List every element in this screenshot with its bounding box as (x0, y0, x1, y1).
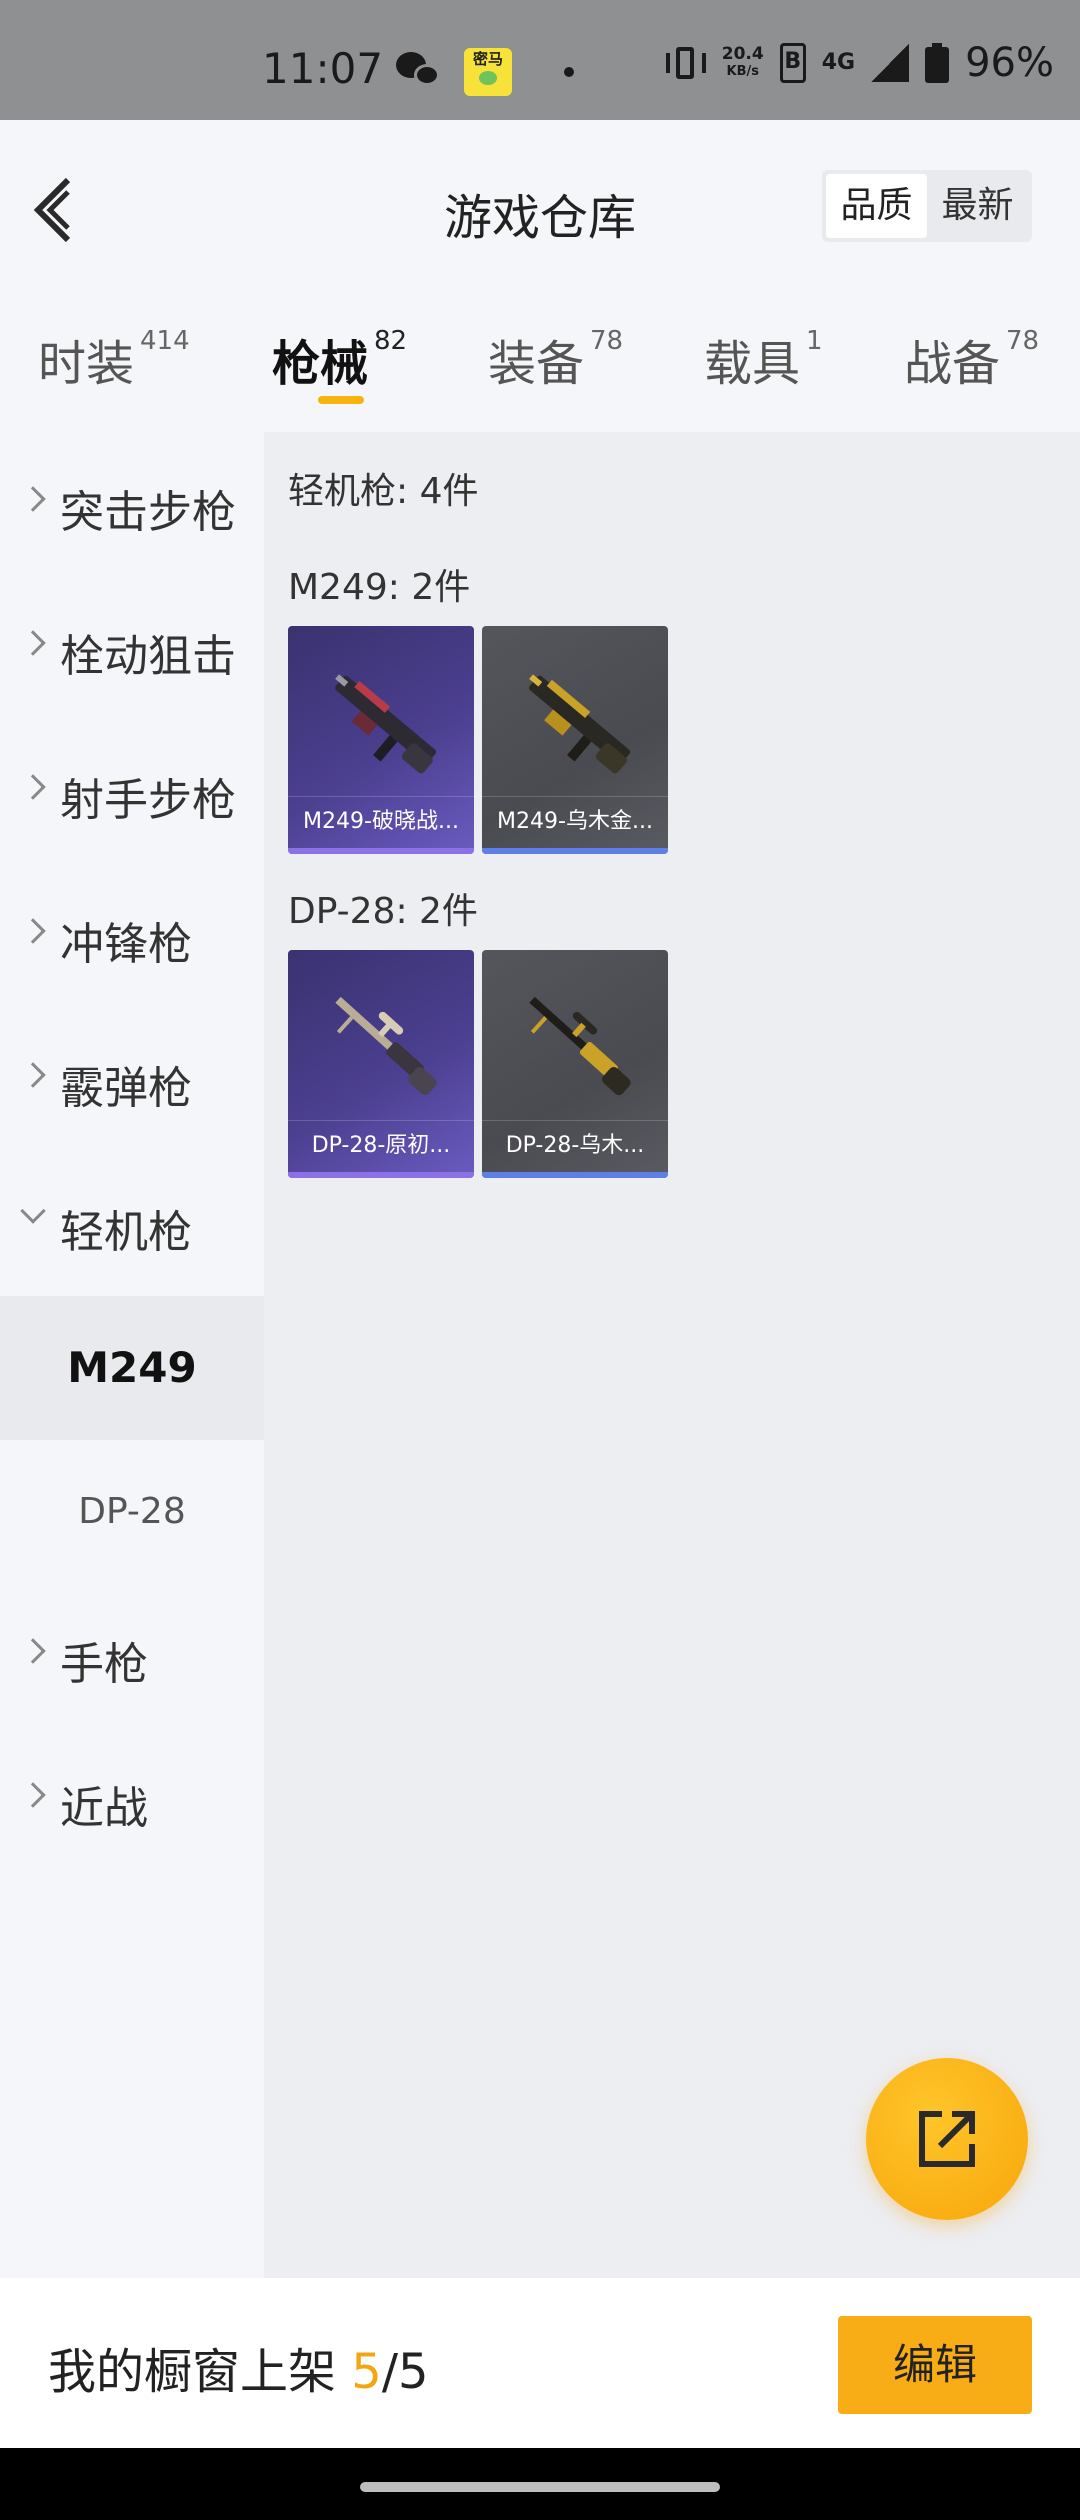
category-summary: 轻机枪: 4件 (288, 471, 479, 512)
network-speed-value: 20.4 (721, 44, 764, 64)
sidebar-item-label: 栓动狙击 (60, 631, 236, 682)
status-notification-icons: 密马 (396, 48, 574, 96)
network-speed-unit: KB/s (726, 64, 759, 79)
shelf-total-count: /5 (381, 2344, 429, 2400)
sidebar-item-bolt-sniper[interactable]: 栓动狙击 (0, 576, 264, 720)
group-title: M249: 2件 (288, 567, 471, 608)
rarity-bar (482, 848, 668, 854)
system-nav-bar (0, 2448, 1080, 2520)
sort-toggle: 品质 最新 (822, 170, 1032, 242)
sidebar-item-melee[interactable]: 近战 (0, 1728, 264, 1872)
edit-button[interactable]: 编辑 (838, 2316, 1032, 2414)
status-time: 11:07 (262, 44, 384, 93)
chevron-right-icon (20, 1638, 46, 1664)
tab-count: 78 (1006, 326, 1040, 356)
tab-vehicles[interactable]: 载具 1 (704, 324, 823, 394)
network-speed: 20.4 KB/s (722, 45, 764, 81)
rarity-bar (288, 1172, 474, 1178)
tab-equipment[interactable]: 装备 78 (488, 324, 623, 394)
more-notifications-dot-icon (564, 67, 574, 77)
app-notification-icon: 密马 (464, 48, 512, 96)
sidebar-item-assault-rifle[interactable]: 突击步枪 (0, 432, 264, 576)
items-panel: 轻机枪: 4件 M249: 2件 M249-破晓战... M249-乌木金...… (264, 432, 1080, 2278)
chevron-right-icon (20, 486, 46, 512)
shelf-status: 我的橱窗上架 5/5 (48, 2332, 429, 2402)
sidebar-item-label: 近战 (60, 1783, 148, 1834)
tab-supplies[interactable]: 战备 78 (904, 324, 1039, 394)
sidebar-item-lmg[interactable]: 轻机枪 (0, 1152, 264, 1296)
tab-guns[interactable]: 枪械 82 (272, 324, 407, 394)
chevron-right-icon (20, 1062, 46, 1088)
item-name: M249-乌木金... (482, 796, 668, 846)
shelf-current-count: 5 (351, 2344, 382, 2400)
tab-label: 战备 (904, 336, 1001, 392)
home-gesture-handle[interactable] (360, 2482, 720, 2492)
tab-count: 78 (590, 326, 624, 356)
category-tabs: 时装 414 枪械 82 装备 78 载具 1 战备 78 (0, 310, 1080, 420)
bottom-bar: 我的橱窗上架 5/5 编辑 (0, 2278, 1080, 2448)
sort-newest-button[interactable]: 最新 (927, 174, 1028, 238)
item-card-m249-dawn[interactable]: M249-破晓战... (288, 626, 474, 854)
sidebar-item-label: 手枪 (60, 1639, 148, 1690)
m249-gold-gun-image (529, 674, 631, 774)
wechat-icon (396, 52, 442, 92)
dp28-gun-image (335, 996, 437, 1096)
chevron-right-icon (20, 630, 46, 656)
sidebar-subitem-m249[interactable]: M249 (0, 1296, 264, 1440)
status-system-icons: 20.4 KB/s B 4G 96% (665, 40, 1054, 86)
sidebar-item-label: 轻机枪 (60, 1207, 192, 1258)
item-card-dp28-origin[interactable]: DP-28-原初... (288, 950, 474, 1178)
signal-icon (871, 44, 910, 82)
active-tab-indicator (318, 396, 364, 404)
tab-label: 枪械 (272, 336, 369, 392)
app-icon-text: 密马 (472, 50, 503, 68)
tab-count: 1 (806, 326, 823, 356)
group-title: DP-28: 2件 (288, 891, 478, 932)
sidebar-item-label: 冲锋枪 (60, 919, 192, 970)
chevron-right-icon (20, 774, 46, 800)
sidebar-item-label: 射手步枪 (60, 775, 236, 826)
sidebar-subitem-dp28[interactable]: DP-28 (0, 1440, 264, 1584)
vibrate-icon (665, 45, 706, 81)
item-card-dp28-ebony[interactable]: DP-28-乌木... (482, 950, 668, 1178)
share-button[interactable] (866, 2058, 1028, 2220)
volte-icon: B (779, 43, 806, 83)
sidebar-item-label: 突击步枪 (60, 487, 236, 538)
m249-gun-image (335, 674, 437, 774)
tab-count: 82 (374, 326, 408, 356)
status-bar: 11:07 密马 20.4 KB/s B 4G 96% (0, 0, 1080, 120)
network-type: 4G (821, 50, 856, 75)
sort-quality-button[interactable]: 品质 (826, 174, 927, 238)
sidebar-item-pistol[interactable]: 手枪 (0, 1584, 264, 1728)
tab-label: 时装 (38, 336, 135, 392)
share-external-icon (919, 2111, 975, 2167)
tab-count: 414 (140, 326, 190, 356)
battery-percent: 96% (965, 40, 1054, 86)
chevron-down-icon (20, 1198, 46, 1224)
sidebar-item-shotgun[interactable]: 霰弹枪 (0, 1008, 264, 1152)
item-name: M249-破晓战... (288, 796, 474, 846)
sidebar-item-smg[interactable]: 冲锋枪 (0, 864, 264, 1008)
dp28-gold-gun-image (529, 996, 631, 1096)
tab-label: 装备 (488, 336, 585, 392)
item-name: DP-28-原初... (288, 1120, 474, 1170)
battery-icon (925, 43, 950, 83)
item-name: DP-28-乌木... (482, 1120, 668, 1170)
sidebar-item-marksman-rifle[interactable]: 射手步枪 (0, 720, 264, 864)
sidebar-item-label: 霰弹枪 (60, 1063, 192, 1114)
chevron-right-icon (20, 1782, 46, 1808)
item-card-m249-ebony-gold[interactable]: M249-乌木金... (482, 626, 668, 854)
rarity-bar (482, 1172, 668, 1178)
header: 游戏仓库 品质 最新 (0, 120, 1080, 290)
chevron-right-icon (20, 918, 46, 944)
shelf-label: 我的橱窗上架 (48, 2344, 352, 2400)
sidebar: 突击步枪 栓动狙击 射手步枪 冲锋枪 霰弹枪 轻机枪 M249 DP-28 手枪… (0, 432, 264, 2278)
rarity-bar (288, 848, 474, 854)
tab-fashion[interactable]: 时装 414 (38, 324, 190, 394)
tab-label: 载具 (704, 336, 801, 392)
